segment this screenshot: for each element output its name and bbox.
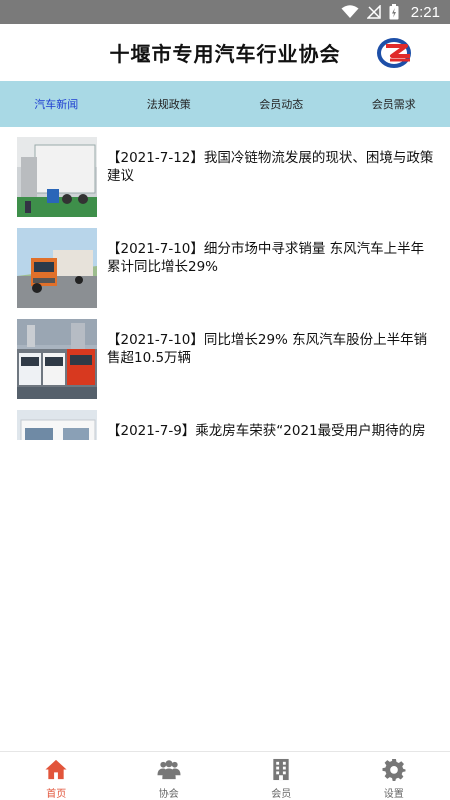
home-icon [45, 759, 67, 780]
building-icon [273, 758, 289, 781]
rv-photo [17, 410, 97, 440]
truck-lot-photo [17, 319, 97, 399]
nav-settings-label: 设置 [383, 789, 404, 800]
news-title: 【2021-7-12】我国冷链物流发展的现状、困境与政策建议 [107, 150, 434, 184]
orange-truck-photo [17, 228, 97, 308]
nav-association[interactable]: 协会 [113, 752, 226, 800]
page-title: 十堰市专用汽车行业协会 [109, 42, 341, 66]
nav-members-label: 会员 [271, 789, 292, 800]
cold-chain-truck-photo [17, 137, 97, 217]
news-item[interactable]: 【2021-7-12】我国冷链物流发展的现状、困境与政策建议 [0, 137, 450, 217]
nav-home[interactable]: 首页 [0, 752, 113, 800]
nav-members[interactable]: 会员 [225, 752, 338, 800]
news-item[interactable]: 【2021-7-10】细分市场中寻求销量 东风汽车上半年累计同比增长29% [0, 228, 450, 308]
tab-member-demands[interactable]: 会员需求 [338, 96, 450, 112]
nav-association-label: 协会 [158, 789, 179, 800]
news-item[interactable]: 【2021-7-9】乘龙房车荣获“2021最受用户期待的房车” [0, 410, 450, 440]
nav-home-label: 首页 [46, 789, 67, 800]
clock: 2:21 [410, 3, 440, 21]
app-screen: 2:21 十堰市专用汽车行业协会 汽车新闻 法规政策 会员动态 会员需求 【20… [0, 0, 450, 800]
no-signal-icon [366, 5, 381, 19]
nav-settings[interactable]: 设置 [338, 752, 450, 800]
news-title: 【2021-7-10】细分市场中寻求销量 东风汽车上半年累计同比增长29% [107, 241, 425, 275]
app-header: 十堰市专用汽车行业协会 [0, 24, 450, 81]
category-tabs: 汽车新闻 法规政策 会员动态 会员需求 [0, 81, 450, 127]
tab-car-news[interactable]: 汽车新闻 [0, 96, 113, 112]
association-logo [377, 38, 411, 68]
news-title: 【2021-7-10】同比增长29% 东风汽车股份上半年销售超10.5万辆 [107, 332, 428, 366]
news-list: 【2021-7-12】我国冷链物流发展的现状、困境与政策建议 【2021-7-1… [0, 127, 450, 440]
tab-regulations[interactable]: 法规政策 [113, 96, 226, 112]
battery-icon [389, 4, 399, 20]
bottom-nav: 首页 协会 会员 设置 [0, 751, 450, 800]
group-icon [157, 760, 181, 780]
status-bar: 2:21 [0, 0, 450, 24]
tab-member-news[interactable]: 会员动态 [225, 96, 338, 112]
news-title: 【2021-7-9】乘龙房车荣获“2021最受用户期待的房车” [107, 423, 426, 439]
gear-icon [382, 758, 406, 781]
news-item[interactable]: 【2021-7-10】同比增长29% 东风汽车股份上半年销售超10.5万辆 [0, 319, 450, 399]
wifi-icon [341, 5, 359, 18]
